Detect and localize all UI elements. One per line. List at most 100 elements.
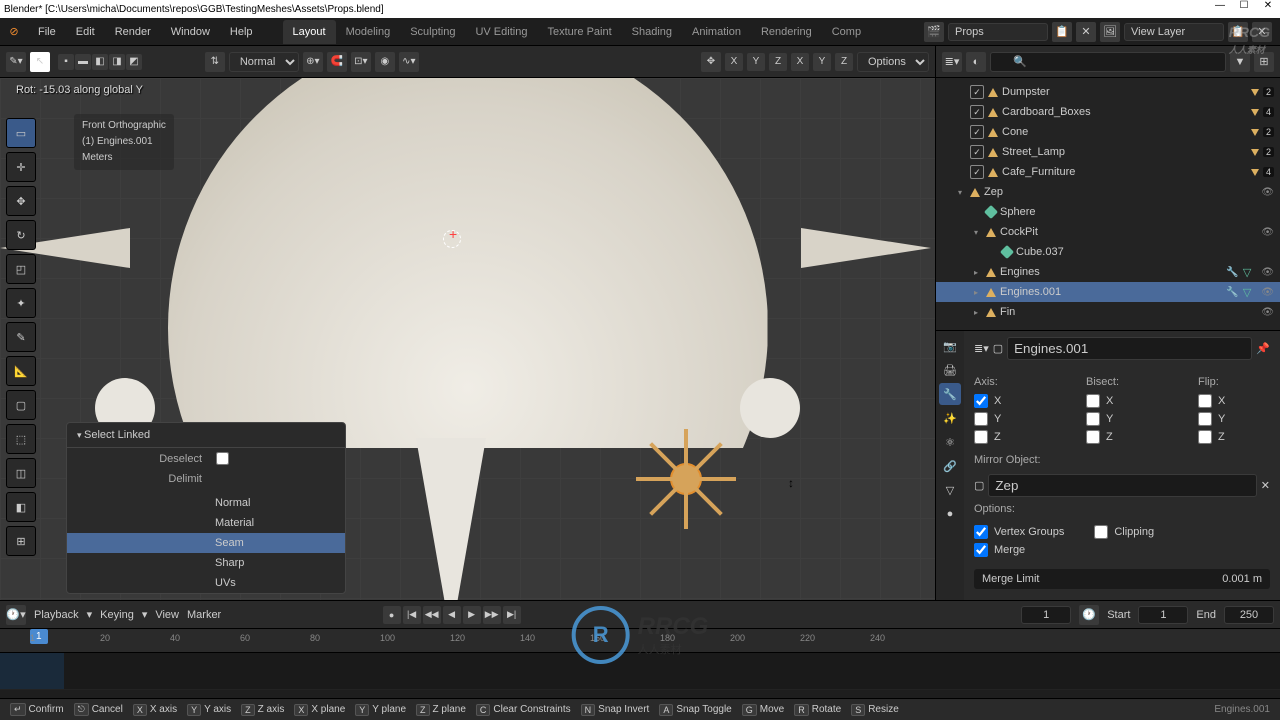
tool-cursor[interactable]: ✛ — [6, 152, 36, 182]
deselect-checkbox[interactable] — [216, 452, 229, 465]
mirror-object-input[interactable] — [988, 474, 1256, 497]
bisect-z-check[interactable] — [1086, 430, 1100, 444]
prop-tab-output[interactable]: 🖨 — [939, 359, 961, 381]
outliner-row-engines-001[interactable]: ▸Engines.001🔧▽👁 — [936, 282, 1280, 302]
tab-layout[interactable]: Layout — [283, 20, 336, 44]
overlay-axis-x[interactable]: X — [791, 53, 809, 71]
timeline-track[interactable] — [0, 653, 1280, 689]
keyframe-next-icon[interactable]: ▶▶ — [483, 606, 501, 624]
delimit-option-sharp[interactable]: Sharp — [67, 553, 345, 573]
timeline-menu-playback[interactable]: Playback — [34, 609, 79, 621]
axis-z-check[interactable] — [974, 430, 988, 444]
scene-copy-icon[interactable]: 📋 — [1052, 22, 1072, 42]
jump-start-icon[interactable]: |◀ — [403, 606, 421, 624]
current-frame-input[interactable] — [1021, 606, 1071, 624]
mirror-object-icon[interactable]: ▢ — [974, 479, 984, 492]
snap-toggle-icon[interactable]: 🧲 — [327, 52, 347, 72]
select-mode-vertex[interactable]: ▪ — [58, 54, 74, 70]
tool-extrude[interactable]: ⬚ — [6, 424, 36, 454]
scene-browse-icon[interactable]: 🎬 — [924, 22, 944, 42]
merge-check[interactable] — [974, 543, 988, 557]
snap-target-icon[interactable]: ⊡▾ — [351, 52, 371, 72]
tool-loop-cut[interactable]: ⊞ — [6, 526, 36, 556]
outliner-row-street-lamp[interactable]: ✓Street_Lamp2 — [936, 142, 1280, 162]
start-frame-input[interactable] — [1138, 606, 1188, 624]
menu-edit[interactable]: Edit — [66, 26, 105, 38]
axis-x-check[interactable] — [974, 394, 988, 408]
overlay-axis-z[interactable]: Z — [835, 53, 853, 71]
bisect-y-check[interactable] — [1086, 412, 1100, 426]
tab-compositing[interactable]: Comp — [822, 20, 871, 44]
timeline-menu-view[interactable]: View — [155, 609, 179, 621]
tool-annotate[interactable]: ✎ — [6, 322, 36, 352]
prop-tab-material[interactable]: ● — [939, 503, 961, 525]
frame-range-lock-icon[interactable]: 🕐 — [1079, 605, 1099, 625]
vertex-groups-check[interactable] — [974, 525, 988, 539]
options-dropdown[interactable]: Options — [857, 52, 929, 72]
popup-header[interactable]: Select Linked — [67, 423, 345, 448]
prop-tab-particle[interactable]: ✨ — [939, 407, 961, 429]
outliner-mode-icon[interactable]: ≣▾ — [942, 52, 962, 72]
flip-x-check[interactable] — [1198, 394, 1212, 408]
axis-y-check[interactable] — [974, 412, 988, 426]
pin-icon[interactable]: 📌 — [1256, 342, 1270, 355]
timeline-ruler[interactable]: 1 120406080100120140160180200220240 — [0, 629, 1280, 653]
tab-modeling[interactable]: Modeling — [336, 20, 401, 44]
clipping-check[interactable] — [1094, 525, 1108, 539]
orientation-select[interactable]: Normal — [229, 52, 299, 72]
tool-transform[interactable]: ✦ — [6, 288, 36, 318]
tab-rendering[interactable]: Rendering — [751, 20, 822, 44]
jump-end-icon[interactable]: ▶| — [503, 606, 521, 624]
window-maximize-icon[interactable]: ☐ — [1232, 0, 1256, 11]
prop-tab-render[interactable]: 📷 — [939, 335, 961, 357]
scene-name-input[interactable] — [948, 23, 1048, 41]
overlay-axis-y[interactable]: Y — [813, 53, 831, 71]
tool-measure[interactable]: 📐 — [6, 356, 36, 386]
flip-y-check[interactable] — [1198, 412, 1212, 426]
timeline-editor-icon[interactable]: 🕐▾ — [6, 605, 26, 625]
mirror-object-clear[interactable]: ✕ — [1261, 479, 1270, 492]
keyframe-prev-icon[interactable]: ◀◀ — [423, 606, 441, 624]
menu-window[interactable]: Window — [161, 26, 220, 38]
scene-delete-icon[interactable]: ✕ — [1076, 22, 1096, 42]
outliner-row-sphere[interactable]: Sphere — [936, 202, 1280, 222]
menu-file[interactable]: File — [28, 26, 66, 38]
delimit-option-material[interactable]: Material — [67, 513, 345, 533]
mode-dropdown[interactable]: ✎▾ — [6, 52, 26, 72]
auto-keying-icon[interactable]: ● — [383, 606, 401, 624]
breadcrumb-icon[interactable]: ≣▾ — [974, 342, 989, 355]
cursor-tool-icon[interactable]: ↖ — [30, 52, 50, 72]
gizmo-axis-x[interactable]: X — [725, 53, 743, 71]
viewlayer-browse-icon[interactable]: 🖼 — [1100, 22, 1120, 42]
pivot-icon[interactable]: ⊕▾ — [303, 52, 323, 72]
prop-tab-data[interactable]: ▽ — [939, 479, 961, 501]
outliner-row-zep[interactable]: ▾Zep👁 — [936, 182, 1280, 202]
play-icon[interactable]: ▶ — [463, 606, 481, 624]
outliner-row-cockpit[interactable]: ▾CockPit👁 — [936, 222, 1280, 242]
tool-add-cube[interactable]: ▢ — [6, 390, 36, 420]
outliner-row-fin[interactable]: ▸Fin👁 — [936, 302, 1280, 322]
play-reverse-icon[interactable]: ◀ — [443, 606, 461, 624]
delimit-option-normal[interactable]: Normal — [67, 493, 345, 513]
orientation-icon[interactable]: ⇅ — [205, 52, 225, 72]
tab-shading[interactable]: Shading — [622, 20, 682, 44]
flip-z-check[interactable] — [1198, 430, 1212, 444]
outliner-search-input[interactable] — [990, 52, 1226, 72]
menu-render[interactable]: Render — [105, 26, 161, 38]
outliner-row-cardboard-boxes[interactable]: ✓Cardboard_Boxes4 — [936, 102, 1280, 122]
merge-limit-field[interactable]: Merge Limit 0.001 m — [974, 569, 1270, 589]
gizmo-translate-icon[interactable]: ✥ — [701, 52, 721, 72]
end-frame-input[interactable] — [1224, 606, 1274, 624]
menu-help[interactable]: Help — [220, 26, 263, 38]
tool-move[interactable]: ✥ — [6, 186, 36, 216]
outliner-row-cone[interactable]: ✓Cone2 — [936, 122, 1280, 142]
selected-engine-gizmo[interactable] — [640, 433, 730, 523]
outliner-view-icon[interactable]: ◐ — [966, 52, 986, 72]
outliner-row-engines[interactable]: ▸Engines🔧▽👁 — [936, 262, 1280, 282]
tool-bevel[interactable]: ◧ — [6, 492, 36, 522]
tab-uv-editing[interactable]: UV Editing — [465, 20, 537, 44]
timeline-menu-keying[interactable]: Keying — [100, 609, 134, 621]
prop-tab-modifier[interactable]: 🔧 — [939, 383, 961, 405]
tab-animation[interactable]: Animation — [682, 20, 751, 44]
window-minimize-icon[interactable]: — — [1208, 0, 1232, 11]
